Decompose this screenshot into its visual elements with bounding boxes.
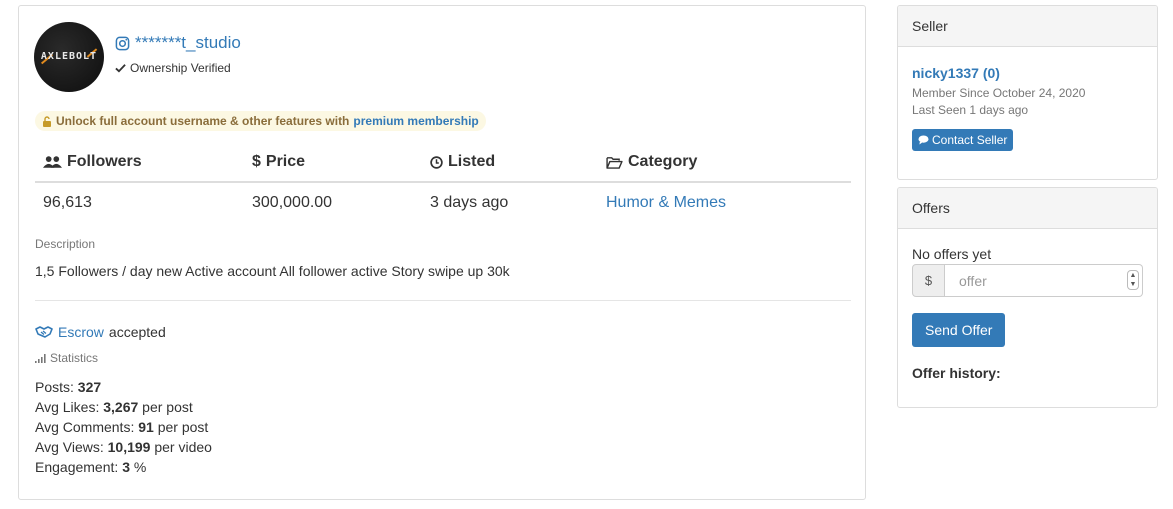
- escrow-info: Escrow accepted: [35, 324, 166, 340]
- header-label: Price: [265, 153, 306, 170]
- comment-icon: [918, 135, 929, 145]
- avatar-logo-text: AXLEBOLT: [40, 51, 98, 62]
- seller-panel: Seller nicky1337 (0) Member Since Octobe…: [897, 5, 1158, 180]
- ownership-verified-label: Ownership Verified: [130, 61, 231, 75]
- stat-value: 3,267: [103, 399, 139, 415]
- stat-label: Posts:: [35, 379, 74, 395]
- stat-line: Avg Comments: 91 per post: [35, 417, 212, 437]
- stat-label: Avg Views:: [35, 439, 104, 455]
- header-label: Followers: [67, 153, 142, 170]
- stat-line: Avg Likes: 3,267 per post: [35, 397, 212, 417]
- stat-label: Avg Likes:: [35, 399, 100, 415]
- table-header-row: Followers $ Price Listed Category: [35, 143, 851, 183]
- stat-suffix: %: [133, 459, 147, 475]
- offers-panel: Offers No offers yet $ ▲▼ Send Offer Off…: [897, 187, 1158, 408]
- seller-name-link[interactable]: nicky1337 (0): [912, 65, 1000, 81]
- description-text: 1,5 Followers / day new Active account A…: [35, 263, 510, 279]
- listing-panel: AXLEBOLT *******t_studio Ownership Verif…: [18, 5, 866, 500]
- no-offers-text: No offers yet: [912, 246, 992, 262]
- users-icon: [43, 155, 62, 169]
- check-icon: [115, 63, 126, 73]
- header-label: Listed: [448, 153, 496, 170]
- stat-suffix: per post: [157, 419, 209, 435]
- stat-value: 10,199: [107, 439, 151, 455]
- member-since: Member Since October 24, 2020: [912, 86, 1086, 100]
- header-followers: Followers: [35, 153, 244, 171]
- offer-input-wrapper: ▲▼: [945, 264, 1143, 297]
- seller-panel-heading: Seller: [898, 6, 1157, 47]
- offer-amount-input[interactable]: [945, 264, 1143, 297]
- category-link[interactable]: Humor & Memes: [598, 194, 851, 212]
- clock-icon: [430, 155, 443, 169]
- stat-line: Posts: 327: [35, 377, 212, 397]
- stat-line: Avg Views: 10,199 per video: [35, 437, 212, 457]
- price-value: 300,000.00: [252, 194, 333, 211]
- statistics-label: Statistics: [35, 351, 98, 365]
- bar-chart-icon: [35, 353, 47, 363]
- unlock-icon: [42, 115, 52, 127]
- stat-label: Avg Comments:: [35, 419, 135, 435]
- header-price: $ Price: [244, 153, 422, 171]
- escrow-suffix: accepted: [108, 324, 166, 340]
- send-offer-button[interactable]: Send Offer: [912, 313, 1006, 347]
- last-seen: Last Seen 1 days ago: [912, 103, 1029, 117]
- account-avatar: AXLEBOLT: [34, 22, 104, 92]
- dollar-icon: $: [252, 153, 261, 170]
- statistics-label-text: Statistics: [50, 351, 99, 365]
- contact-seller-button[interactable]: Contact Seller: [912, 129, 1014, 151]
- stat-value: 327: [77, 379, 102, 395]
- stat-value: 91: [138, 419, 154, 435]
- listing-summary-table: Followers $ Price Listed Category 96,613…: [35, 143, 851, 223]
- escrow-link[interactable]: Escrow: [58, 324, 104, 340]
- stat-value: 3: [122, 459, 130, 475]
- premium-banner-text: Unlock full account username & other fea…: [56, 114, 350, 128]
- header-label: Category: [628, 153, 698, 170]
- statistics-list: Posts: 327 Avg Likes: 3,267 per post Avg…: [35, 377, 212, 477]
- divider: [35, 300, 851, 301]
- currency-addon: $: [912, 264, 945, 297]
- header-listed: Listed: [422, 153, 598, 171]
- description-label: Description: [35, 237, 96, 251]
- table-row: 96,613 300,000.00 3 days ago Humor & Mem…: [35, 183, 851, 223]
- followers-value: 96,613: [43, 194, 92, 211]
- stat-line: Engagement: 3 %: [35, 457, 212, 477]
- account-handle-row[interactable]: *******t_studio: [115, 33, 241, 53]
- contact-seller-label: Contact Seller: [932, 133, 1008, 147]
- header-category: Category: [598, 153, 851, 171]
- folder-open-icon: [606, 156, 623, 169]
- number-spinner[interactable]: ▲ ▼: [1127, 270, 1139, 290]
- offers-panel-heading: Offers: [898, 188, 1157, 229]
- offer-history-label: Offer history:: [912, 365, 1001, 381]
- instagram-icon: [115, 36, 130, 51]
- ownership-verified: Ownership Verified: [115, 61, 231, 75]
- account-handle-link[interactable]: *******t_studio: [135, 33, 241, 53]
- premium-membership-link[interactable]: premium membership: [353, 114, 478, 128]
- stat-label: Engagement:: [35, 459, 119, 475]
- premium-banner: Unlock full account username & other fea…: [35, 111, 486, 131]
- offer-input-group: $ ▲▼: [912, 264, 1143, 297]
- stat-suffix: per video: [154, 439, 212, 455]
- stat-suffix: per post: [142, 399, 193, 415]
- listed-value: 3 days ago: [430, 194, 509, 211]
- handshake-icon: [35, 326, 53, 338]
